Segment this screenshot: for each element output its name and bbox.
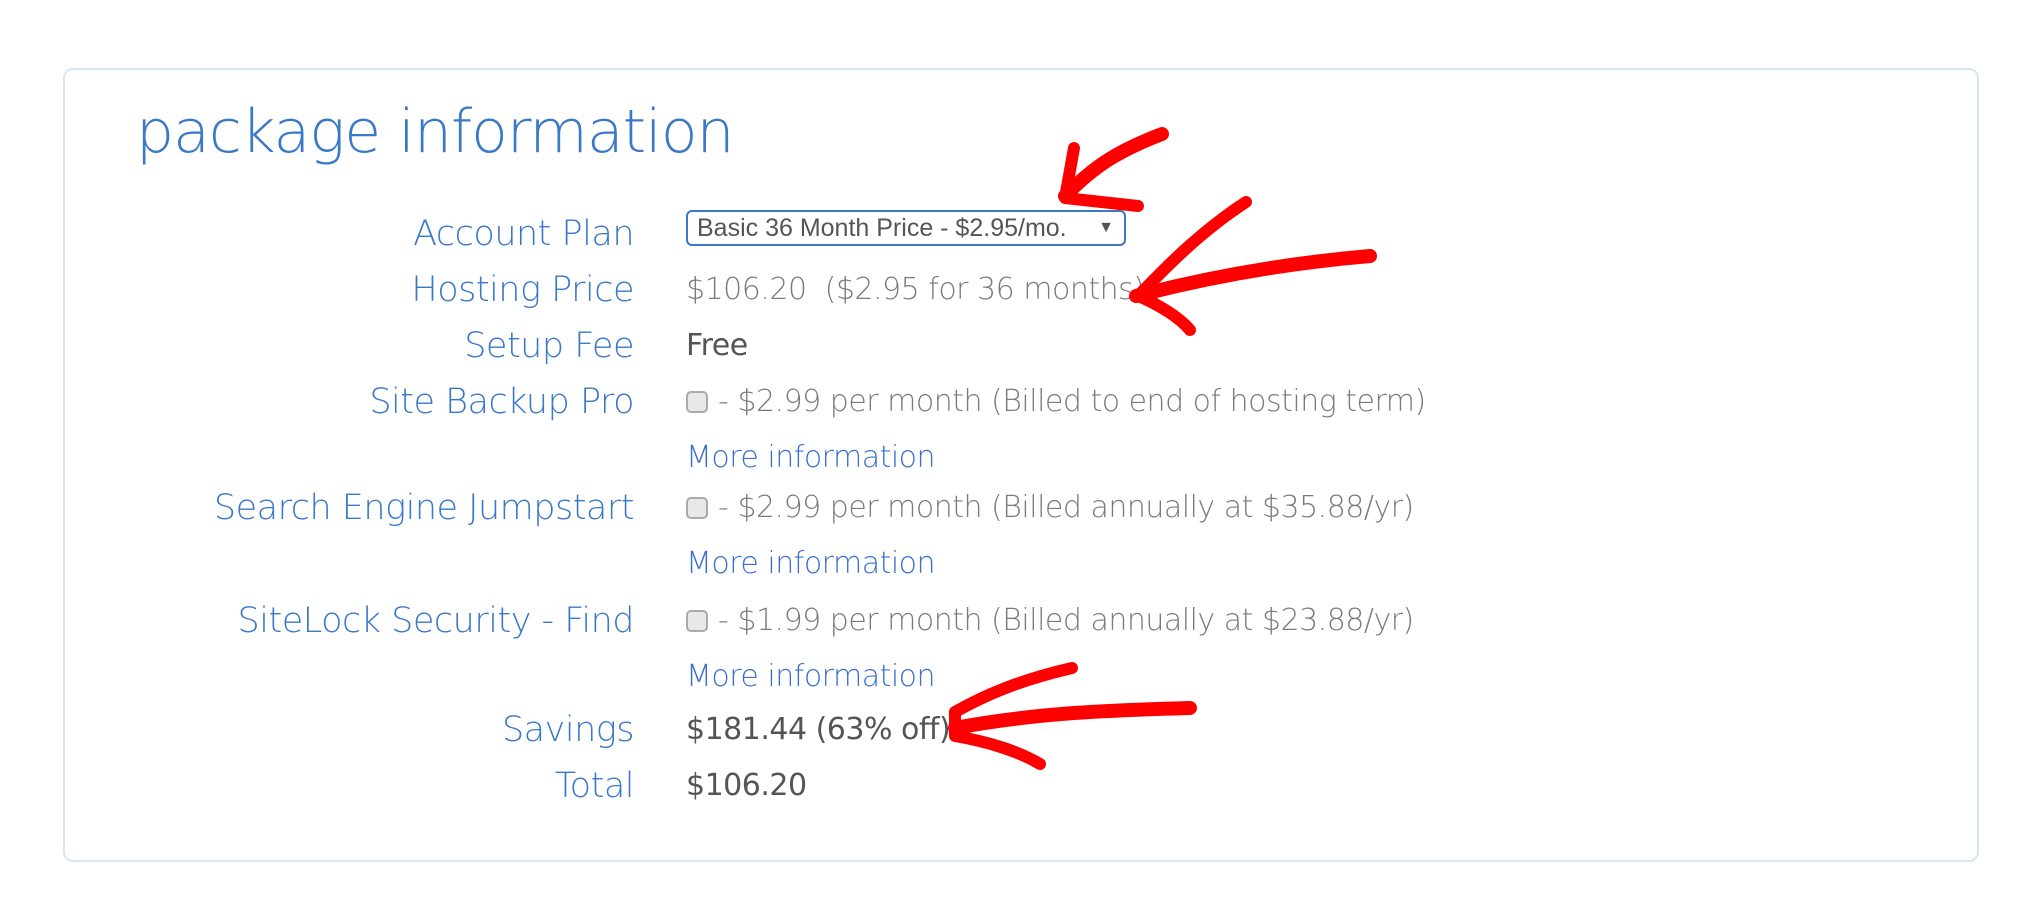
row-site-backup-pro: Site Backup Pro - $2.99 per month (Bille… xyxy=(0,376,2027,428)
sitelock-security-price: - $1.99 per month (Billed annually at $2… xyxy=(718,603,1414,638)
setup-fee-value: Free xyxy=(686,328,748,363)
site-backup-pro-price: - $2.99 per month (Billed to end of host… xyxy=(718,384,1426,419)
sitelock-security-more-info-link[interactable]: More information xyxy=(686,651,936,703)
row-sitelock-security: SiteLock Security - Find - $1.99 per mon… xyxy=(0,595,2027,647)
section-title: package information xyxy=(136,97,735,167)
row-setup-fee: Setup Fee Free xyxy=(0,320,2027,372)
search-engine-jumpstart-option: - $2.99 per month (Billed annually at $3… xyxy=(686,482,1414,534)
search-engine-jumpstart-label: Search Engine Jumpstart xyxy=(213,488,635,528)
row-search-engine-jumpstart: Search Engine Jumpstart - $2.99 per mont… xyxy=(0,482,2027,534)
search-engine-jumpstart-more-info-link[interactable]: More information xyxy=(686,538,936,590)
total-label: Total xyxy=(554,766,635,806)
account-plan-selected-value: Basic 36 Month Price - $2.95/mo. xyxy=(697,214,1067,242)
row-hosting-price: Hosting Price $106.20 ($2.95 for 36 mont… xyxy=(0,264,2027,316)
sitelock-security-label: SiteLock Security - Find xyxy=(237,601,635,641)
row-savings: Savings $181.44 (63% off) xyxy=(0,704,2027,756)
account-plan-select[interactable]: Basic 36 Month Price - $2.95/mo. ▼ xyxy=(686,210,1126,246)
savings-value: $181.44 (63% off) xyxy=(686,712,951,747)
hosting-price-label: Hosting Price xyxy=(411,270,634,310)
total-value: $106.20 xyxy=(686,768,807,803)
setup-fee-label: Setup Fee xyxy=(464,326,634,366)
row-total: Total $106.20 xyxy=(0,760,2027,812)
search-engine-jumpstart-price: - $2.99 per month (Billed annually at $3… xyxy=(718,490,1414,525)
savings-label: Savings xyxy=(501,710,635,750)
sitelock-security-option: - $1.99 per month (Billed annually at $2… xyxy=(686,595,1414,647)
search-engine-jumpstart-checkbox[interactable] xyxy=(686,497,708,519)
account-plan-label: Account Plan xyxy=(413,214,634,254)
site-backup-pro-label: Site Backup Pro xyxy=(369,382,634,422)
sitelock-security-checkbox[interactable] xyxy=(686,610,708,632)
hosting-price-value: $106.20 ($2.95 for 36 months) xyxy=(686,272,1145,307)
site-backup-pro-checkbox[interactable] xyxy=(686,391,708,413)
dropdown-arrow-icon: ▼ xyxy=(1098,219,1114,236)
site-backup-pro-more-info-link[interactable]: More information xyxy=(686,432,936,484)
site-backup-pro-option: - $2.99 per month (Billed to end of host… xyxy=(686,376,1426,428)
